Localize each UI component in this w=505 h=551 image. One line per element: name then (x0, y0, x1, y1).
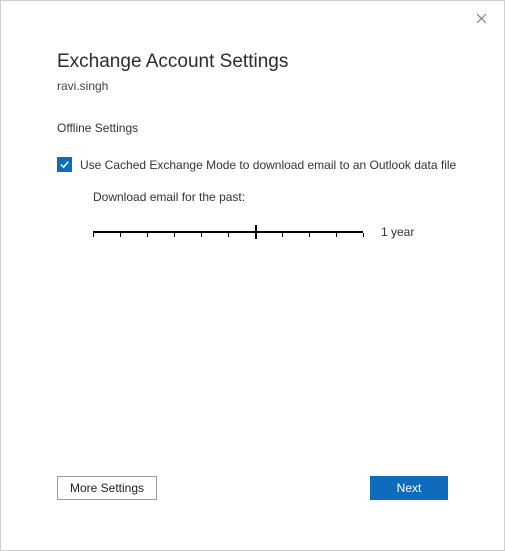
slider-tick (201, 233, 202, 237)
slider-tick (174, 233, 175, 237)
slider-tick (309, 233, 310, 237)
page-title: Exchange Account Settings (57, 51, 464, 73)
offline-settings-label: Offline Settings (57, 121, 464, 135)
content-area: Exchange Account Settings ravi.singh Off… (57, 51, 464, 242)
slider-tick (336, 233, 337, 237)
checkmark-icon (59, 159, 70, 170)
slider-thumb[interactable] (255, 225, 257, 239)
close-button[interactable] (470, 7, 492, 29)
slider-tick (93, 233, 94, 237)
slider-tick (282, 233, 283, 237)
slider-tick (228, 233, 229, 237)
slider-tick (363, 233, 364, 237)
account-email: ravi.singh (57, 79, 464, 93)
cached-mode-label: Use Cached Exchange Mode to download ema… (80, 158, 456, 172)
more-settings-button[interactable]: More Settings (57, 476, 157, 500)
slider-tick (120, 233, 121, 237)
download-past-label: Download email for the past: (93, 190, 464, 204)
slider-section: Download email for the past: (57, 190, 464, 242)
slider-row: 1 year (93, 222, 464, 242)
download-past-slider[interactable] (93, 222, 363, 242)
slider-tick (147, 233, 148, 237)
cached-mode-checkbox[interactable] (57, 157, 72, 172)
close-icon (476, 13, 487, 24)
settings-window: Exchange Account Settings ravi.singh Off… (0, 0, 505, 551)
slider-value-label: 1 year (381, 225, 414, 239)
next-button[interactable]: Next (370, 476, 448, 500)
cached-mode-row[interactable]: Use Cached Exchange Mode to download ema… (57, 157, 464, 172)
button-bar: More Settings Next (57, 476, 448, 500)
